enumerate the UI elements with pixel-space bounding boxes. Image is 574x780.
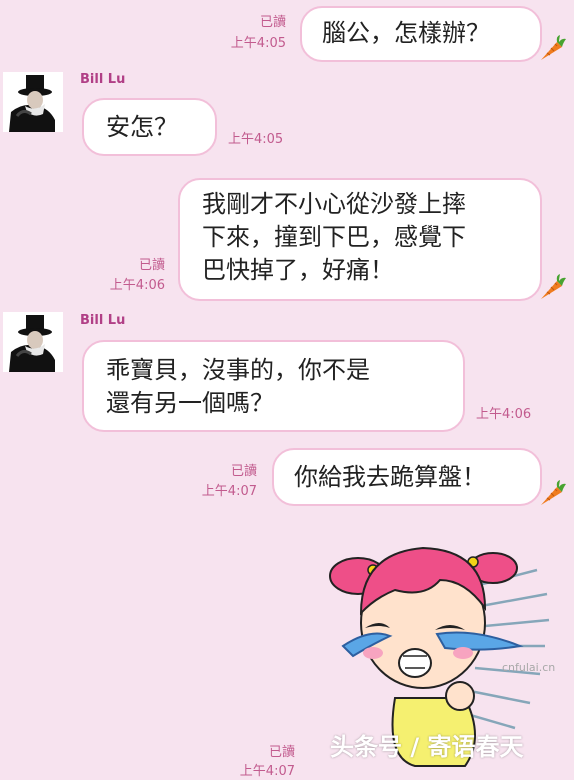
timestamp: 上午4:06 (109, 278, 165, 293)
sender-name: Bill Lu (80, 313, 126, 328)
timestamp: 上午4:06 (476, 407, 532, 422)
carrot-icon (541, 274, 566, 299)
message-bubble[interactable]: 我剛才不小心從沙發上摔 下來，撞到下巴，感覺下 巴快掉了，好痛！ (178, 178, 542, 301)
avatar[interactable] (3, 312, 63, 372)
carrot-icon (541, 480, 566, 505)
timestamp: 上午4:05 (228, 132, 284, 147)
avatar[interactable] (3, 72, 63, 132)
sender-name: Bill Lu (80, 72, 126, 87)
read-status: 已讀 (138, 258, 165, 273)
timestamp: 上午4:05 (230, 36, 286, 51)
read-status: 已讀 (259, 15, 286, 30)
message-bubble[interactable]: 腦公，怎樣辦？ (300, 6, 542, 62)
source-watermark: 头条号 / 寄语春天 (330, 733, 524, 761)
read-status: 已讀 (268, 745, 295, 760)
timestamp: 上午4:07 (201, 484, 257, 499)
top-hat-avatar-icon (3, 72, 63, 132)
message-bubble[interactable]: 你給我去跪算盤！ (272, 448, 542, 506)
carrot-icon (541, 35, 566, 60)
timestamp: 上午4:07 (239, 764, 295, 779)
message-bubble[interactable]: 安怎？ (82, 98, 217, 156)
site-watermark: cnfulai.cn (502, 661, 556, 674)
top-hat-avatar-icon (3, 312, 63, 372)
message-bubble[interactable]: 乖寶貝，沒事的，你不是 還有另一個嗎？ (82, 340, 465, 432)
read-status: 已讀 (230, 464, 257, 479)
